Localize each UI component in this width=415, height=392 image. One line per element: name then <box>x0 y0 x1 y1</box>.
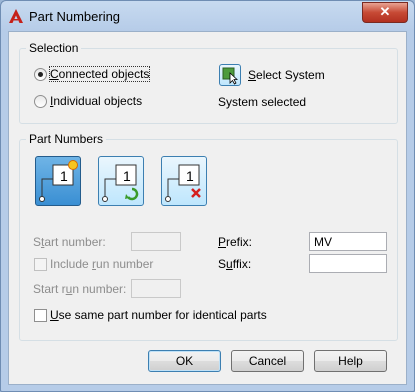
start-number-input[interactable] <box>131 232 181 251</box>
selection-group: Selection Connected objects Individual o… <box>19 41 398 124</box>
start-run-number-label: Start run number: <box>33 282 127 296</box>
window-title: Part Numbering <box>29 9 121 24</box>
connected-objects-label[interactable]: Connected objects <box>48 66 151 82</box>
part-numbers-group-label: Part Numbers <box>26 132 107 146</box>
select-system-button[interactable] <box>219 64 241 86</box>
part-numbers-group: Part Numbers 1 1 1 Start number: Include… <box>19 132 398 341</box>
renumber-part-number-button[interactable]: 1 <box>98 156 144 206</box>
include-run-number-label[interactable]: Include run number <box>50 257 153 271</box>
ok-button[interactable]: OK <box>148 350 221 372</box>
suffix-label: Suffix: <box>218 257 252 271</box>
select-system-icon <box>222 67 239 85</box>
connected-objects-radio[interactable] <box>34 68 47 81</box>
select-system-label[interactable]: Select System <box>248 68 325 82</box>
selection-status: System selected <box>218 95 307 109</box>
prefix-input[interactable]: MV <box>309 232 387 251</box>
help-button[interactable]: Help <box>314 350 387 372</box>
svg-text:1: 1 <box>60 168 68 184</box>
new-part-number-icon: 1 <box>39 160 78 202</box>
svg-text:1: 1 <box>123 168 131 184</box>
individual-objects-label[interactable]: Individual objects <box>50 94 142 108</box>
autocad-logo-icon <box>9 9 23 23</box>
cancel-button[interactable]: Cancel <box>231 350 304 372</box>
individual-objects-radio[interactable] <box>34 95 47 108</box>
same-part-number-checkbox[interactable] <box>34 309 47 322</box>
title-bar[interactable]: Part Numbering ✕ <box>1 1 414 31</box>
remove-part-number-icon: 1 <box>165 164 201 202</box>
part-numbering-dialog: Part Numbering ✕ Selection Connected obj… <box>0 0 415 392</box>
same-part-number-label[interactable]: Use same part number for identical parts <box>50 308 267 322</box>
suffix-input[interactable] <box>309 254 387 273</box>
start-number-label: Start number: <box>33 235 106 249</box>
new-part-number-button[interactable]: 1 <box>35 156 81 206</box>
start-run-number-input[interactable] <box>131 279 181 298</box>
include-run-number-checkbox[interactable] <box>34 258 47 271</box>
dialog-client-area: Selection Connected objects Individual o… <box>8 31 407 385</box>
svg-text:1: 1 <box>186 168 194 184</box>
remove-part-number-button[interactable]: 1 <box>161 156 207 206</box>
renumber-part-number-icon: 1 <box>102 164 139 202</box>
close-button[interactable]: ✕ <box>362 2 408 23</box>
selection-group-label: Selection <box>26 41 82 55</box>
prefix-label: Prefix: <box>218 235 253 249</box>
